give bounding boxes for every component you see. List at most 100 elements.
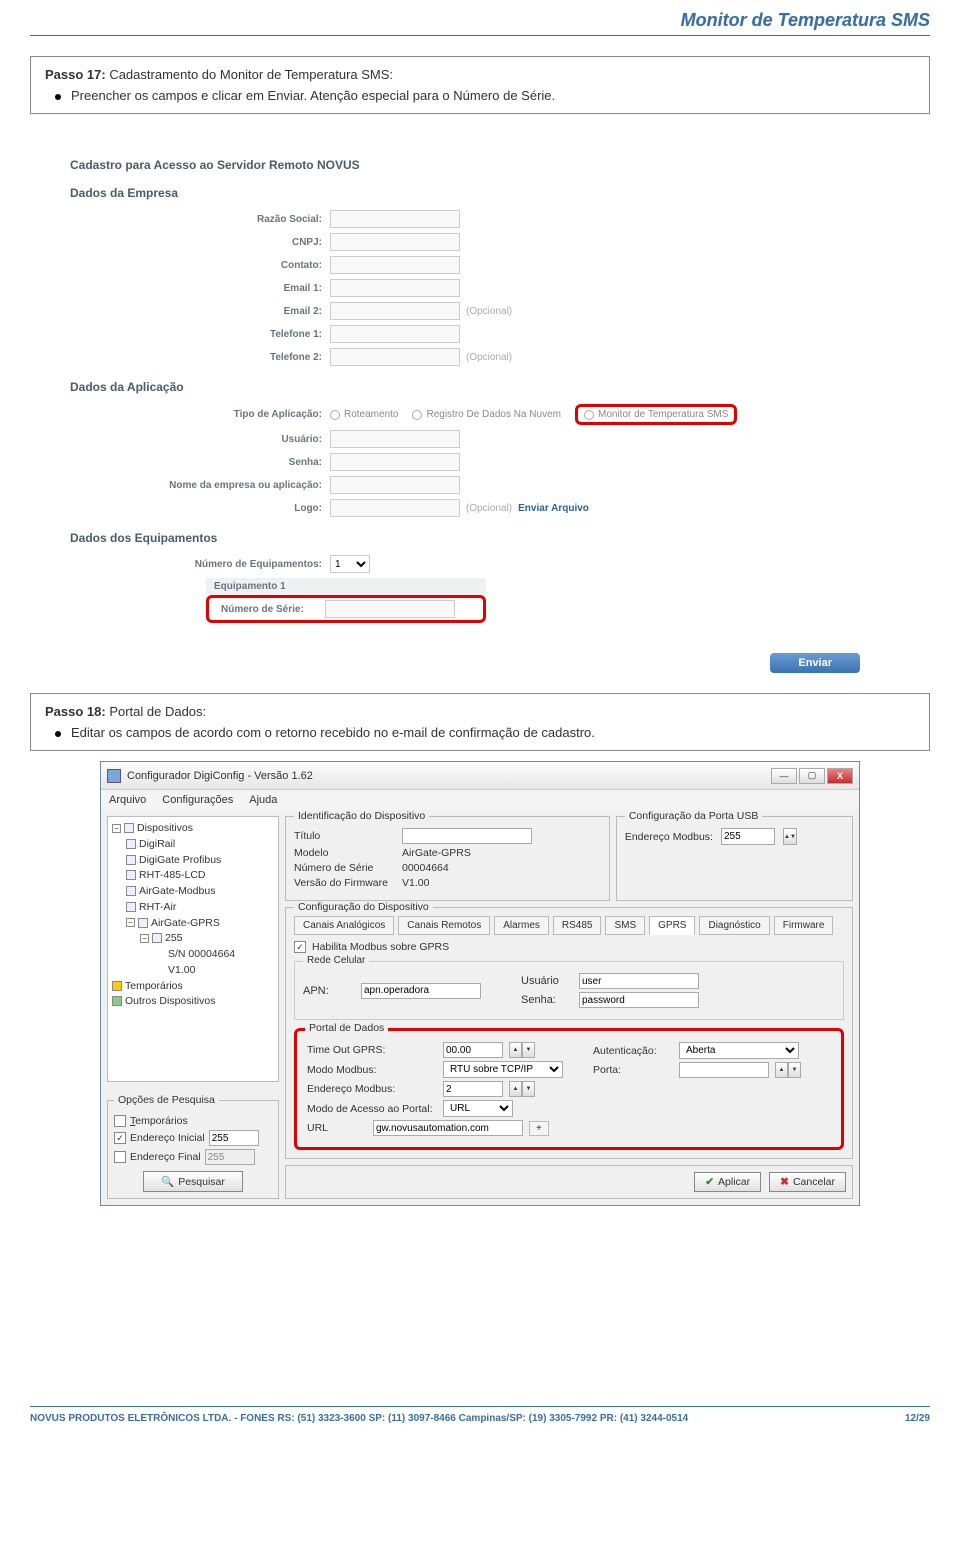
step-17-box: Passo 17: Cadastramento do Monitor de Te… [30, 56, 930, 114]
chk-end-fin[interactable] [114, 1151, 126, 1163]
tree-airgate-gprs[interactable]: −AirGate-GPRS [112, 916, 274, 932]
input-timeout[interactable] [443, 1042, 503, 1058]
tree-digigate[interactable]: DigiGate Profibus [112, 853, 274, 869]
input-usuario[interactable] [330, 430, 460, 448]
input-razao[interactable] [330, 210, 460, 228]
tree-outros[interactable]: Outros Dispositivos [112, 994, 274, 1010]
porta-spinner[interactable]: ▲▼ [775, 1062, 801, 1078]
input-email2[interactable] [330, 302, 460, 320]
tab-firmware[interactable]: Firmware [774, 916, 834, 935]
input-logo[interactable] [330, 499, 460, 517]
group-usb: Configuração da Porta USB Endereço Modbu… [616, 816, 853, 901]
section-equip: Dados dos Equipamentos Número de Equipam… [70, 531, 890, 623]
input-endmb[interactable] [443, 1081, 503, 1097]
device-icon [126, 855, 136, 865]
input-tel1[interactable] [330, 325, 460, 343]
endmb-spinner[interactable]: ▲▼ [509, 1081, 535, 1097]
aplicar-button[interactable]: ✔Aplicar [694, 1172, 761, 1192]
tree-temporarios[interactable]: Temporários [112, 979, 274, 995]
usb-spinner[interactable]: ▲▼ [783, 828, 797, 845]
collapse-icon[interactable]: − [140, 934, 149, 943]
footer-right: 12/29 [905, 1413, 930, 1424]
close-button[interactable]: X [827, 768, 853, 784]
step-17-bullet-text: Preencher os campos e clicar em Enviar. … [71, 88, 555, 103]
device-icon [126, 870, 136, 880]
tree-airgate-mb[interactable]: AirGate-Modbus [112, 884, 274, 900]
menu-config[interactable]: Configurações [162, 794, 233, 806]
step-17-heading: Passo 17: Cadastramento do Monitor de Te… [45, 67, 915, 82]
tab-gprs[interactable]: GPRS [649, 916, 695, 935]
window-title: Configurador DigiConfig - Versão 1.62 [127, 770, 771, 782]
tab-alarmes[interactable]: Alarmes [494, 916, 549, 935]
tree-digirail[interactable]: DigiRail [112, 837, 274, 853]
menu-arquivo[interactable]: Arquivo [109, 794, 146, 806]
input-rede-usuario[interactable] [579, 973, 699, 989]
input-porta[interactable] [679, 1062, 769, 1078]
tab-canais-remotos[interactable]: Canais Remotos [398, 916, 490, 935]
tab-diagnostico[interactable]: Diagnóstico [699, 916, 769, 935]
radio-registro[interactable]: Registro De Dados Na Nuvem [412, 409, 561, 420]
radio-monitor[interactable]: Monitor de Temperatura SMS [584, 409, 728, 420]
cancelar-button[interactable]: ✖Cancelar [769, 1172, 846, 1192]
x-icon: ✖ [780, 1176, 789, 1188]
label-cnpj: CNPJ: [70, 237, 330, 248]
input-email1[interactable] [330, 279, 460, 297]
label-timeout: Time Out GPRS: [307, 1044, 437, 1056]
label-numequip: Número de Equipamentos: [70, 559, 330, 570]
minimize-button[interactable]: — [771, 768, 797, 784]
add-url-button[interactable]: + [529, 1121, 549, 1136]
input-url[interactable] [373, 1120, 523, 1136]
input-usb-endereco[interactable] [721, 828, 775, 845]
chk-habilita-modbus[interactable]: ✓ [294, 941, 306, 953]
tree-rhtair[interactable]: RHT-Air [112, 900, 274, 916]
input-serial[interactable] [325, 600, 455, 618]
label-modelo: Modelo [294, 847, 394, 859]
chk-end-ini[interactable]: ✓ [114, 1132, 126, 1144]
group-usb-title: Configuração da Porta USB [625, 810, 763, 822]
input-end-fin[interactable] [205, 1149, 255, 1165]
radio-roteamento[interactable]: Roteamento [330, 409, 398, 420]
devices-icon [112, 996, 122, 1006]
device-icon [126, 839, 136, 849]
input-contato[interactable] [330, 256, 460, 274]
tab-rs485[interactable]: RS485 [553, 916, 602, 935]
link-enviar-arquivo[interactable]: Enviar Arquivo [518, 503, 589, 514]
select-modoacc[interactable]: URL [443, 1100, 513, 1117]
input-titulo[interactable] [402, 828, 532, 844]
select-auth[interactable]: Aberta [679, 1042, 799, 1059]
check-icon: ✔ [705, 1176, 714, 1188]
chk-temporarios[interactable] [114, 1115, 126, 1127]
timeout-spinner[interactable]: ▲▼ [509, 1042, 535, 1058]
folder-icon [124, 823, 134, 833]
tree-rht485[interactable]: RHT-485-LCD [112, 868, 274, 884]
maximize-button[interactable]: ▢ [799, 768, 825, 784]
tree-ver[interactable]: V1.00 [112, 963, 274, 979]
radio-circle-icon [584, 410, 594, 420]
input-cnpj[interactable] [330, 233, 460, 251]
select-numequip[interactable]: 1 [330, 555, 370, 573]
footer-left: NOVUS PRODUTOS ELETRÔNICOS LTDA. - FONES… [30, 1413, 688, 1424]
step-18-bullet-text: Editar os campos de acordo com o retorno… [71, 725, 595, 740]
input-tel2[interactable] [330, 348, 460, 366]
tab-sms[interactable]: SMS [605, 916, 645, 935]
group-portal-dados: Portal de Dados Time Out GPRS:▲▼ Modo Mo… [294, 1028, 844, 1150]
select-modomb[interactable]: RTU sobre TCP/IP [443, 1061, 563, 1078]
input-rede-senha[interactable] [579, 992, 699, 1008]
enviar-button[interactable]: Enviar [770, 653, 860, 673]
app-window: Configurador DigiConfig - Versão 1.62 — … [100, 761, 860, 1206]
pesquisar-button[interactable]: 🔍Pesquisar [143, 1171, 243, 1192]
step-18-title: Portal de Dados: [106, 704, 206, 719]
tab-canais-analogicos[interactable]: Canais Analógicos [294, 916, 394, 935]
collapse-icon[interactable]: − [112, 824, 121, 833]
tree-dispositivos[interactable]: −Dispositivos [112, 821, 274, 837]
input-senha[interactable] [330, 453, 460, 471]
page-footer: NOVUS PRODUTOS ELETRÔNICOS LTDA. - FONES… [30, 1406, 930, 1424]
input-apn[interactable] [361, 983, 481, 999]
menu-ajuda[interactable]: Ajuda [249, 794, 277, 806]
rede-title: Rede Celular [303, 955, 369, 966]
input-end-ini[interactable] [209, 1130, 259, 1146]
tree-sn[interactable]: S/N 00004664 [112, 947, 274, 963]
tree-node-255[interactable]: −255 [112, 931, 274, 947]
collapse-icon[interactable]: − [126, 918, 135, 927]
input-nome[interactable] [330, 476, 460, 494]
